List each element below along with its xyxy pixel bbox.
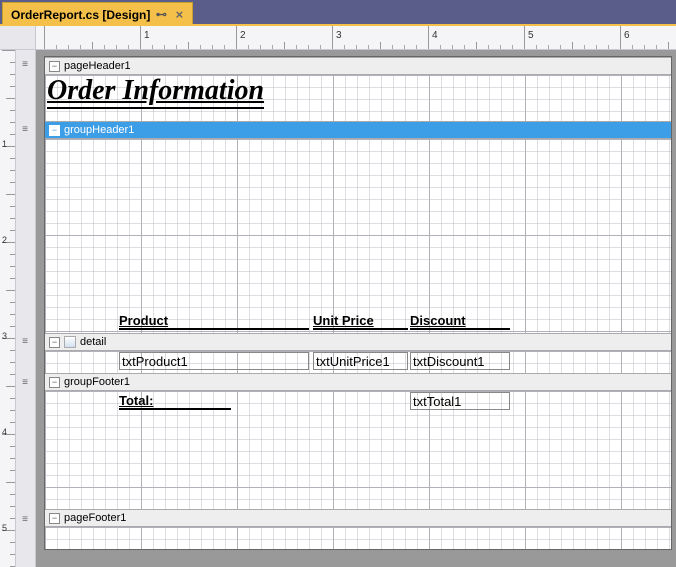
band-header-group-footer[interactable]: − groupFooter1 (45, 373, 671, 391)
tab-active[interactable]: OrderReport.cs [Design] ⊷ × (2, 2, 193, 24)
total-label[interactable]: Total: (119, 393, 231, 410)
band-header-page-header[interactable]: − pageHeader1 (45, 57, 671, 75)
section-grip-icon[interactable]: ≡ (18, 58, 32, 72)
band-content-page-footer[interactable] (45, 527, 671, 549)
body-row: 1234567 ≡ ≡ ≡ ≡ ≡ − pageHeader1 Order Inform… (0, 50, 676, 567)
section-grip-icon[interactable]: ≡ (18, 513, 32, 527)
band-name: groupFooter1 (64, 376, 130, 388)
section-group-header[interactable]: − groupHeader1 ProductUnit PriceDiscount (45, 121, 671, 333)
ruler-corner (0, 26, 36, 49)
section-detail[interactable]: − detail txtProduct1txtUnitPrice1txtDisc… (45, 333, 671, 373)
collapse-icon[interactable]: − (49, 337, 60, 348)
section-page-header[interactable]: − pageHeader1 Order Information (45, 57, 671, 121)
collapse-icon[interactable]: − (49, 513, 60, 524)
detail-band-icon (64, 336, 76, 348)
column-header-label[interactable]: Discount (410, 313, 510, 330)
section-grip-icon[interactable]: ≡ (18, 123, 32, 137)
section-group-footer[interactable]: − groupFooter1 Total: txtTotal1 (45, 373, 671, 509)
detail-field[interactable]: txtProduct1 (119, 352, 309, 370)
total-field[interactable]: txtTotal1 (410, 392, 510, 410)
designer-frame: 1234567 1234567 ≡ ≡ ≡ ≡ ≡ − pageHeader1 Orde… (0, 24, 676, 567)
close-icon[interactable]: × (172, 8, 186, 22)
section-grip-icon[interactable]: ≡ (18, 335, 32, 349)
design-area[interactable]: − pageHeader1 Order Information − groupH… (36, 50, 676, 567)
band-content-group-footer[interactable]: Total: txtTotal1 (45, 391, 671, 509)
horizontal-ruler[interactable]: 1234567 (36, 26, 676, 49)
section-page-footer[interactable]: − pageFooter1 (45, 509, 671, 549)
band-name: detail (80, 336, 106, 348)
report-title-label[interactable]: Order Information (47, 75, 264, 109)
band-content-group-header[interactable]: ProductUnit PriceDiscount (45, 139, 671, 333)
band-content-detail[interactable]: txtProduct1txtUnitPrice1txtDiscount1 (45, 351, 671, 373)
detail-field[interactable]: txtUnitPrice1 (313, 352, 408, 370)
report-surface[interactable]: − pageHeader1 Order Information − groupH… (44, 56, 672, 550)
ruler-number: 3 (336, 30, 342, 41)
ruler-number: 5 (528, 30, 534, 41)
ruler-number: 6 (624, 30, 630, 41)
band-header-page-footer[interactable]: − pageFooter1 (45, 509, 671, 527)
tab-label: OrderReport.cs [Design] (11, 8, 150, 22)
collapse-icon[interactable]: − (49, 125, 60, 136)
vertical-ruler[interactable]: 1234567 (0, 50, 16, 567)
ruler-number: 4 (432, 30, 438, 41)
band-content-page-header[interactable]: Order Information (45, 75, 671, 121)
ruler-number: 2 (240, 30, 246, 41)
ruler-number: 1 (144, 30, 150, 41)
pin-icon[interactable]: ⊷ (154, 8, 168, 22)
band-header-detail[interactable]: − detail (45, 333, 671, 351)
band-name: pageFooter1 (64, 512, 126, 524)
collapse-icon[interactable]: − (49, 377, 60, 388)
column-header-label[interactable]: Product (119, 313, 309, 330)
ruler-row: 1234567 (0, 26, 676, 50)
section-grip-column: ≡ ≡ ≡ ≡ ≡ (16, 50, 36, 567)
band-name: pageHeader1 (64, 60, 131, 72)
collapse-icon[interactable]: − (49, 61, 60, 72)
band-name: groupHeader1 (64, 124, 134, 136)
band-header-group-header[interactable]: − groupHeader1 (45, 121, 671, 139)
tab-strip: OrderReport.cs [Design] ⊷ × (0, 0, 676, 24)
detail-field[interactable]: txtDiscount1 (410, 352, 510, 370)
section-grip-icon[interactable]: ≡ (18, 376, 32, 390)
column-header-label[interactable]: Unit Price (313, 313, 408, 330)
